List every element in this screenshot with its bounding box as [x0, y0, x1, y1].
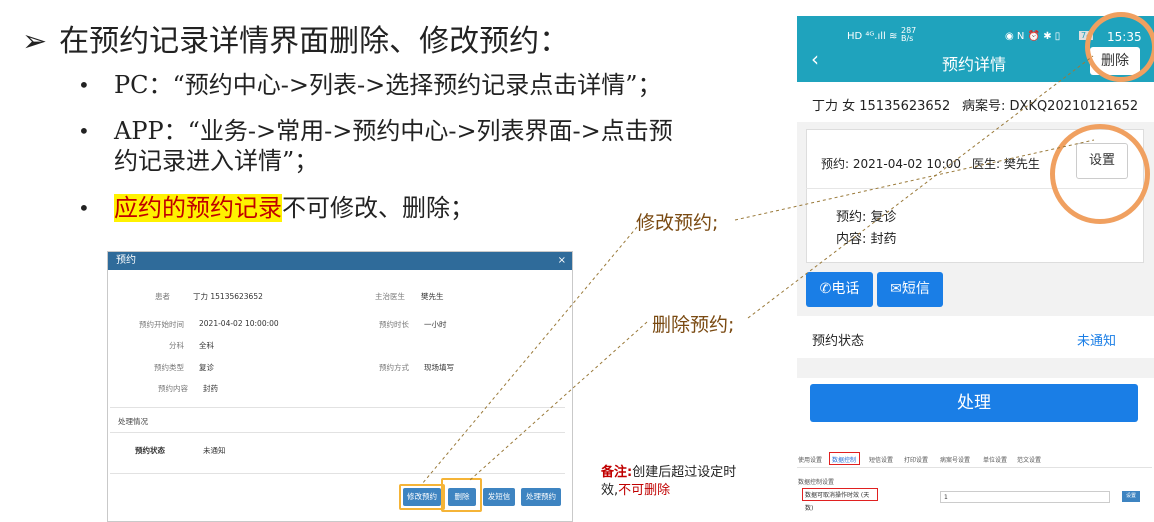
tab-sms[interactable]: 短信设置	[869, 455, 893, 464]
leader-lines	[421, 55, 1095, 485]
tab-unit[interactable]: 单位设置	[983, 455, 1007, 464]
leader-line-edit-pc	[421, 226, 638, 485]
settings-divider	[797, 467, 1152, 468]
settings-save-button[interactable]: 设置	[1122, 491, 1140, 502]
annotation-edit: 修改预约;	[636, 212, 719, 234]
note-label: 备注:	[601, 465, 633, 480]
settings-field-label: 数据可取消操作时效 (天数)	[802, 488, 878, 512]
timeout-days-input[interactable]: 1	[940, 491, 1110, 503]
tab-template[interactable]: 范文设置	[1017, 455, 1041, 464]
leader-line-delete-phone	[747, 55, 1094, 319]
note: 备注:创建后超过设定时 效,不可删除	[601, 465, 737, 498]
tab-print[interactable]: 打印设置	[904, 455, 928, 464]
tab-record-no[interactable]: 病案号设置	[940, 455, 970, 464]
settings-section-title: 数据控制设置	[798, 479, 835, 486]
tab-usage[interactable]: 使用设置	[798, 455, 822, 464]
leader-line-edit-phone	[734, 139, 1095, 221]
highlight-frame-tab	[829, 452, 860, 465]
annotation-delete: 删除预约;	[652, 314, 735, 336]
leader-line-delete-pc	[469, 321, 648, 481]
